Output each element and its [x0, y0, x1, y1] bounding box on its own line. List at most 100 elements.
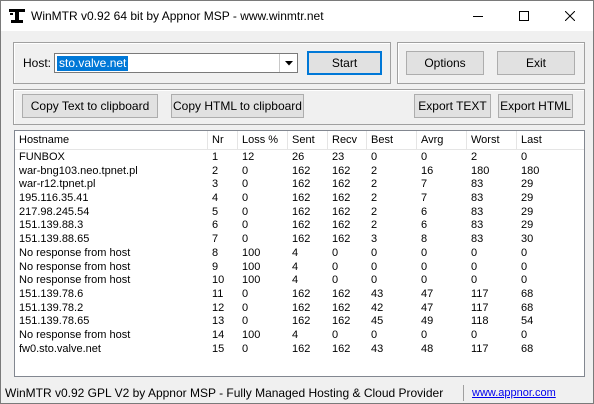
cell-nr: 6: [212, 219, 219, 232]
app-icon: [9, 9, 25, 23]
cell-hostname: 151.139.78.65: [19, 315, 90, 328]
col-header-avrg[interactable]: Avrg: [417, 131, 467, 149]
cell-hostname: 151.139.88.65: [19, 233, 90, 246]
export-html-button[interactable]: Export HTML: [498, 94, 573, 118]
host-value[interactable]: sto.valve.net: [57, 56, 129, 71]
cell-best: 0: [371, 151, 378, 163]
cell-nr: 2: [212, 164, 219, 177]
cell-loss: 0: [242, 315, 249, 328]
cell-best: 3: [371, 233, 378, 246]
cell-nr: 12: [212, 301, 225, 314]
options-button[interactable]: Options: [406, 51, 484, 75]
table-row[interactable]: No response from host 9 100 4 0 0 0 0 0: [15, 260, 584, 274]
col-header-nr[interactable]: Nr: [208, 131, 238, 149]
table-row[interactable]: 195.116.35.41 4 0 162 162 2 7 83 29: [15, 191, 584, 205]
appnor-link[interactable]: www.appnor.com: [472, 387, 556, 399]
cell-avrg: 6: [421, 205, 428, 218]
copy-html-button[interactable]: Copy HTML to clipboard: [171, 94, 304, 118]
col-header-recv[interactable]: Recv: [328, 131, 367, 149]
cell-avrg: 0: [421, 260, 428, 273]
cell-last: 30: [521, 233, 534, 246]
winmtr-window: WinMTR v0.92 64 bit by Appnor MSP - www.…: [0, 0, 594, 404]
chevron-down-icon: [284, 60, 293, 65]
table-row[interactable]: 217.98.245.54 5 0 162 162 2 6 83 29: [15, 205, 584, 219]
table-row[interactable]: FUNBOX 1 12 26 23 0 0 2 0: [15, 150, 584, 164]
cell-best: 2: [371, 178, 378, 191]
cell-last: 0: [521, 274, 528, 287]
table-row[interactable]: 151.139.78.65 13 0 162 162 45 49 118 54: [15, 314, 584, 328]
cell-worst: 0: [471, 274, 478, 287]
cell-worst: 0: [471, 246, 478, 259]
cell-last: 29: [521, 192, 534, 205]
cell-worst: 2: [471, 151, 478, 163]
results-table[interactable]: Hostname Nr Loss % Sent Recv Best Avrg W…: [14, 130, 585, 377]
cell-loss: 0: [242, 192, 249, 205]
cell-best: 0: [371, 246, 378, 259]
table-row[interactable]: war-bng103.neo.tpnet.pl 2 0 162 162 2 16 180 180: [15, 164, 584, 178]
cell-avrg: 16: [421, 164, 434, 177]
cell-recv: 162: [332, 205, 351, 218]
cell-sent: 162: [292, 301, 311, 314]
col-header-worst[interactable]: Worst: [467, 131, 517, 149]
cell-recv: 0: [332, 260, 339, 273]
cell-hostname: No response from host: [19, 260, 131, 273]
cell-best: 43: [371, 342, 384, 355]
minimize-button[interactable]: [455, 1, 501, 31]
minimize-icon: [473, 16, 483, 17]
cell-avrg: 7: [421, 192, 428, 205]
cell-nr: 5: [212, 205, 219, 218]
cell-best: 2: [371, 192, 378, 205]
cell-nr: 1: [212, 151, 219, 163]
cell-sent: 162: [292, 205, 311, 218]
cell-best: 0: [371, 274, 378, 287]
title-bar[interactable]: WinMTR v0.92 64 bit by Appnor MSP - www.…: [1, 1, 593, 31]
cell-worst: 83: [471, 205, 484, 218]
cell-loss: 0: [242, 178, 249, 191]
close-button[interactable]: [547, 1, 593, 31]
col-header-hostname[interactable]: Hostname: [15, 131, 208, 149]
table-row[interactable]: No response from host 8 100 4 0 0 0 0 0: [15, 246, 584, 260]
cell-avrg: 0: [421, 328, 428, 341]
cell-hostname: No response from host: [19, 328, 131, 341]
cell-avrg: 0: [421, 274, 428, 287]
col-header-last[interactable]: Last: [517, 131, 584, 149]
table-row[interactable]: 151.139.78.2 12 0 162 162 42 47 117 68: [15, 301, 584, 315]
cell-loss: 0: [242, 233, 249, 246]
col-header-best[interactable]: Best: [367, 131, 417, 149]
cell-worst: 117: [471, 342, 489, 355]
table-row[interactable]: war-r12.tpnet.pl 3 0 162 162 2 7 83 29: [15, 177, 584, 191]
table-row[interactable]: No response from host 14 100 4 0 0 0 0 0: [15, 328, 584, 342]
cell-last: 29: [521, 219, 534, 232]
col-header-loss[interactable]: Loss %: [238, 131, 288, 149]
cell-hostname: FUNBOX: [19, 151, 65, 163]
cell-sent: 162: [292, 178, 311, 191]
start-button[interactable]: Start: [307, 51, 382, 75]
cell-loss: 12: [242, 151, 255, 163]
cell-loss: 100: [242, 246, 261, 259]
window-title: WinMTR v0.92 64 bit by Appnor MSP - www.…: [31, 9, 324, 23]
exit-button[interactable]: Exit: [497, 51, 575, 75]
export-text-button[interactable]: Export TEXT: [414, 94, 491, 118]
cell-loss: 0: [242, 164, 249, 177]
cell-last: 54: [521, 315, 534, 328]
cell-best: 43: [371, 287, 384, 300]
cell-hostname: 195.116.35.41: [19, 192, 89, 205]
host-combobox[interactable]: sto.valve.net: [54, 53, 298, 73]
table-row[interactable]: fw0.sto.valve.net 15 0 162 162 43 48 117 68: [15, 342, 584, 356]
cell-last: 68: [521, 287, 534, 300]
dropdown-arrow-button[interactable]: [279, 54, 297, 72]
cell-avrg: 0: [421, 246, 428, 259]
cell-loss: 0: [242, 287, 249, 300]
copy-text-button[interactable]: Copy Text to clipboard: [22, 94, 158, 118]
col-header-sent[interactable]: Sent: [288, 131, 328, 149]
cell-best: 42: [371, 301, 384, 314]
table-row[interactable]: 151.139.88.65 7 0 162 162 3 8 83 30: [15, 232, 584, 246]
table-row[interactable]: No response from host 10 100 4 0 0 0 0 0: [15, 273, 584, 287]
cell-sent: 26: [292, 151, 305, 163]
maximize-button[interactable]: [501, 1, 547, 31]
table-row[interactable]: 151.139.88.3 6 0 162 162 2 6 83 29: [15, 218, 584, 232]
table-row[interactable]: 151.139.78.6 11 0 162 162 43 47 117 68: [15, 287, 584, 301]
cell-hostname: 151.139.78.6: [19, 287, 84, 300]
cell-worst: 0: [471, 328, 478, 341]
cell-worst: 83: [471, 178, 484, 191]
